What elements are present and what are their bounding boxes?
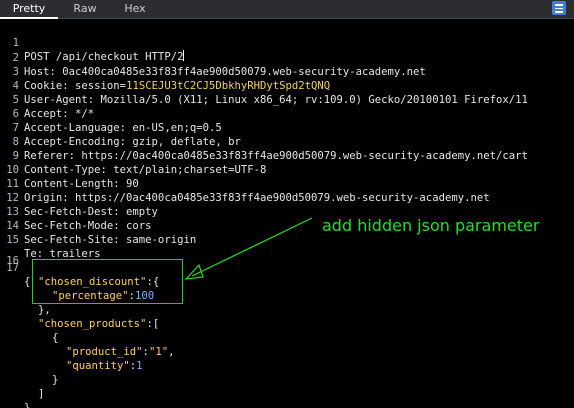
http-request-editor-window: Pretty Raw Hex 1 POST /api/checkout HTTP… (0, 0, 574, 408)
header-line: 2 Host: 0ac400ca0485e33f83ff4ae900d50079… (0, 37, 426, 78)
json-key-product-id: "product_id" (66, 346, 143, 358)
header-text: Content-Type: text/plain;charset=UTF-8 (24, 164, 267, 176)
json-line-object-open: { (52, 332, 59, 344)
annotation-highlight-box (32, 259, 183, 304)
session-cookie-value: 11SCEJU3tC2CJ5DbkhyRHDytSpd2tQNQ (126, 80, 331, 92)
editor-tab-bar: Pretty Raw Hex (0, 0, 574, 19)
header-text: Sec-Fetch-Mode: cors (24, 220, 152, 232)
tab-pretty[interactable]: Pretty (0, 0, 58, 19)
text-cursor (183, 50, 185, 61)
header-text: Accept-Language: en-US,en;q=0.5 (24, 122, 222, 134)
header-text: Origin: https://0ac400ca0485e33f83ff4ae9… (24, 192, 490, 204)
json-value-quantity: 1 (136, 360, 143, 372)
header-line: 9 Content-Type: text/plain;charset=UTF-8 (0, 135, 267, 176)
header-text: Accept-Encoding: gzip, deflate, br (24, 136, 241, 148)
json-line-chosen-products: "chosen_products":[ (38, 318, 160, 330)
json-key-quantity: "quantity" (66, 360, 130, 372)
header-text: Content-Length: 90 (24, 178, 139, 190)
json-value-product-id: "1" (148, 346, 169, 358)
header-line: 15 Te: trailers (0, 219, 100, 260)
cookie-header-text: Cookie: session=11SCEJU3tC2CJ5DbkhyRHDyt… (24, 80, 331, 92)
header-text: Sec-Fetch-Site: same-origin (24, 234, 197, 246)
header-line: 6 Accept-Language: en-US,en;q=0.5 (0, 93, 222, 134)
json-line-object-close: } (52, 374, 59, 386)
header-line: 8 Referer: https://0ac400ca0485e33f83ff4… (0, 121, 528, 162)
json-line-quantity: "quantity":1 (66, 360, 143, 372)
header-line: 13 Sec-Fetch-Mode: cors (0, 191, 151, 232)
header-line: 5 Accept: */* (0, 79, 95, 120)
annotation-text: add hidden json parameter (322, 216, 540, 235)
header-line: 4 User-Agent: Mozilla/5.0 (X11; Linux x8… (0, 65, 528, 106)
header-text: Sec-Fetch-Dest: empty (24, 206, 158, 218)
header-line: 12 Sec-Fetch-Dest: empty (0, 177, 158, 218)
header-line: 7 Accept-Encoding: gzip, deflate, br (0, 107, 241, 148)
request-line: 1 POST /api/checkout HTTP/2 (0, 22, 185, 63)
json-line-array-close: ] (38, 388, 45, 400)
cookie-header-line: 3 Cookie: session=11SCEJU3tC2CJ5DbkhyRHD… (0, 51, 331, 92)
tab-hex[interactable]: Hex (112, 0, 158, 18)
hamburger-menu-icon[interactable] (552, 1, 566, 15)
header-line: 10 Content-Length: 90 (0, 149, 139, 190)
json-line-body-close: } (24, 402, 31, 408)
header-line: 14 Sec-Fetch-Site: same-origin (0, 205, 196, 246)
header-text: Host: 0ac400ca0485e33f83ff4ae900d50079.w… (24, 66, 426, 78)
request-editor[interactable]: 1 POST /api/checkout HTTP/2 2 Host: 0ac4… (0, 19, 574, 408)
json-key-chosen-products: "chosen_products" (38, 318, 147, 330)
request-line-text: POST /api/checkout HTTP/2 (24, 50, 185, 63)
header-line: 11 Origin: https://0ac400ca0485e33f83ff4… (0, 163, 489, 204)
tab-raw[interactable]: Raw (58, 0, 112, 18)
json-line-product-id: "product_id":"1", (66, 346, 175, 358)
header-text: User-Agent: Mozilla/5.0 (X11; Linux x86_… (24, 94, 528, 106)
header-text: Referer: https://0ac400ca0485e33f83ff4ae… (24, 150, 528, 162)
